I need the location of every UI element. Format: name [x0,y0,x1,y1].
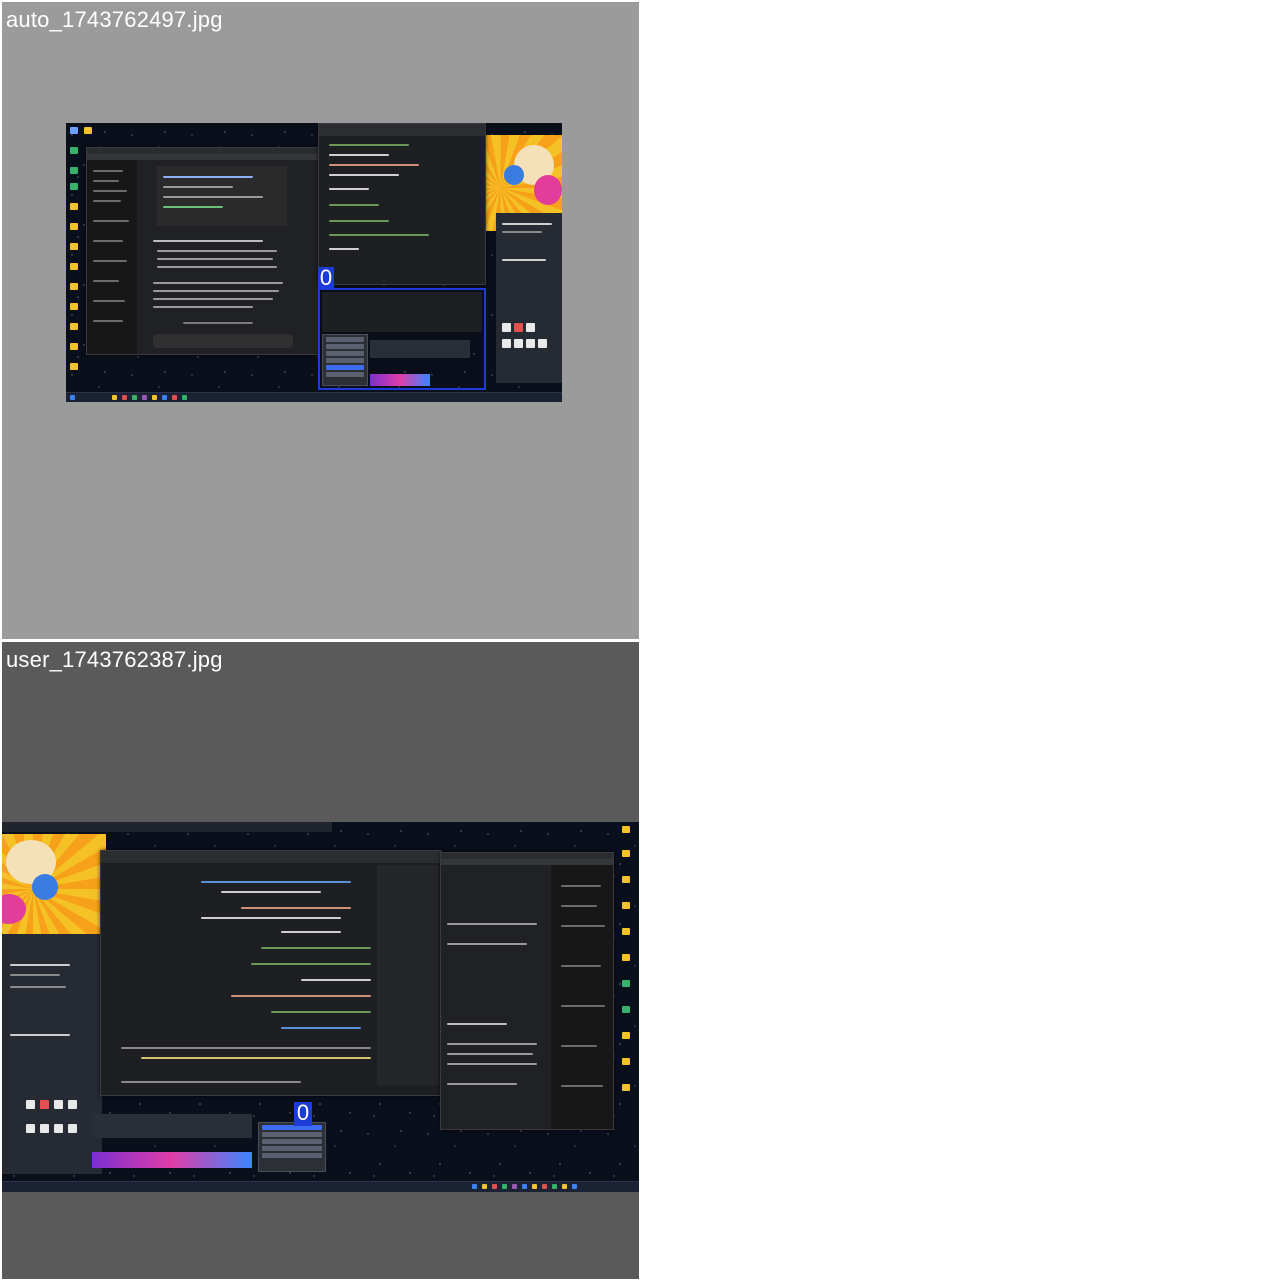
promo-banner [370,374,430,386]
left-side-panel [2,934,102,1174]
marker-label: 0 [318,265,334,290]
browser-sidebar [87,160,137,354]
ide-window[interactable] [100,850,442,1096]
panel-filename-label: user_1743762387.jpg [6,647,223,672]
dropdown-menu[interactable] [258,1122,326,1172]
panel-filename-label: auto_1743762497.jpg [6,7,223,32]
marker-label: 0 [294,1102,312,1126]
right-side-panel [496,213,562,383]
chat-input-box[interactable] [153,334,293,348]
notification-card [370,340,470,358]
desktop-screenshot: 0 [2,822,639,1192]
screenshot-panel-user: user_1743762387.jpg 0 [2,642,639,1279]
chat-content [143,162,313,348]
promo-banner [92,1152,252,1168]
ide-window[interactable] [318,123,486,285]
browser-window[interactable] [440,852,614,1130]
dropdown-menu[interactable] [322,334,368,386]
screenshot-panel-auto: auto_1743762497.jpg 0 [2,2,639,639]
notification-card [92,1114,252,1138]
browser-sidebar [551,865,613,1129]
highlight-box [318,288,486,390]
wallpaper-art [2,834,106,934]
browser-window[interactable] [86,147,320,355]
taskbar[interactable] [2,1181,639,1192]
desktop-screenshot: 0 [66,123,562,402]
taskbar[interactable] [66,392,562,402]
